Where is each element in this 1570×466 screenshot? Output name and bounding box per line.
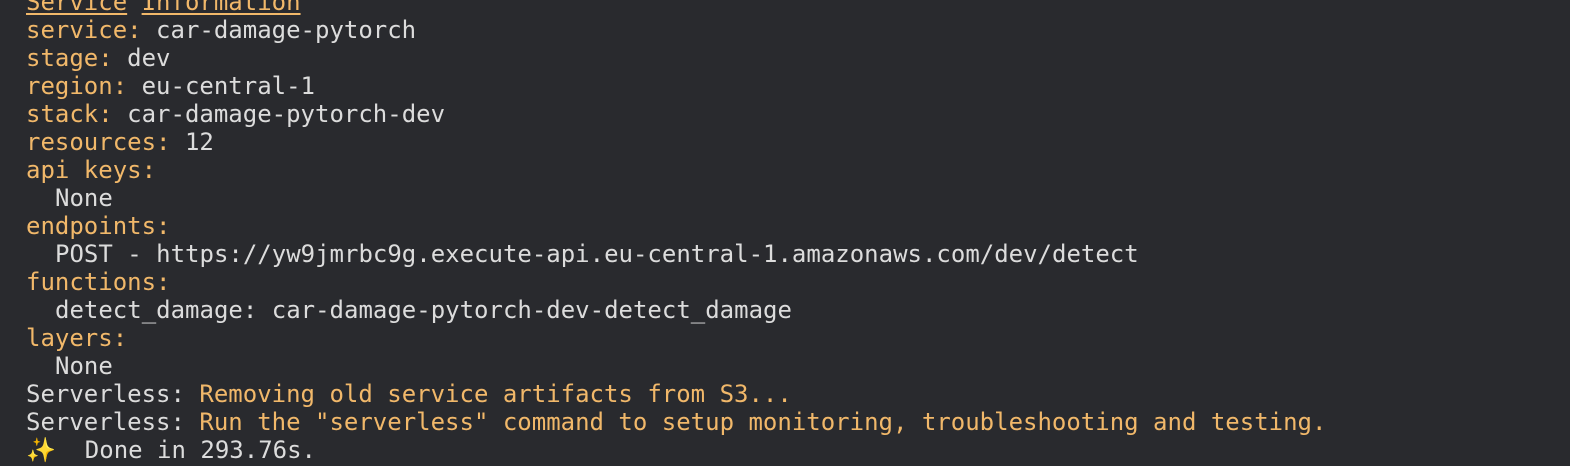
resources-line: resources: 12 bbox=[26, 128, 1570, 156]
region-key: region: bbox=[26, 72, 128, 100]
function-name: detect_damage: bbox=[55, 296, 258, 324]
function-value: car-damage-pytorch-dev-detect_damage bbox=[271, 296, 792, 324]
endpoint-method: POST bbox=[55, 240, 113, 268]
stage-key: stage: bbox=[26, 44, 113, 72]
stack-line: stack: car-damage-pytorch-dev bbox=[26, 100, 1570, 128]
region-value: eu-central-1 bbox=[141, 72, 315, 100]
stage-line: stage: dev bbox=[26, 44, 1570, 72]
service-value: car-damage-pytorch bbox=[156, 16, 417, 44]
done-line: ✨ Done in 293.76s. bbox=[26, 436, 1570, 464]
api-keys-line: api keys: bbox=[26, 156, 1570, 184]
service-key: service: bbox=[26, 16, 142, 44]
resources-key: resources: bbox=[26, 128, 171, 156]
layers-value-line: None bbox=[26, 352, 1570, 380]
service-line: service: car-damage-pytorch bbox=[26, 16, 1570, 44]
log-prefix: Serverless: bbox=[26, 380, 185, 408]
endpoint-url[interactable]: https://yw9jmrbc9g.execute-api.eu-centra… bbox=[156, 240, 1139, 268]
endpoints-key: endpoints: bbox=[26, 212, 171, 240]
stack-key: stack: bbox=[26, 100, 113, 128]
functions-line: functions: bbox=[26, 268, 1570, 296]
log-line: Serverless: Run the "serverless" command… bbox=[26, 408, 1570, 436]
sparkles-icon: ✨ bbox=[26, 436, 56, 464]
done-text: Done in 293.76s. bbox=[84, 436, 316, 464]
log-message: Removing old service artifacts from S3..… bbox=[199, 380, 792, 408]
stack-value: car-damage-pytorch-dev bbox=[127, 100, 446, 128]
section-heading: Service Information bbox=[26, 0, 1570, 16]
api-keys-key: api keys: bbox=[26, 156, 157, 184]
layers-key: layers: bbox=[26, 324, 128, 352]
endpoints-line: endpoints: bbox=[26, 212, 1570, 240]
endpoint-separator: - bbox=[127, 240, 142, 268]
api-keys-value: None bbox=[55, 184, 113, 212]
log-prefix: Serverless: bbox=[26, 408, 185, 436]
resources-value: 12 bbox=[184, 128, 214, 156]
stage-value: dev bbox=[127, 44, 171, 72]
terminal-output: Service Information service: car-damage-… bbox=[26, 0, 1570, 464]
log-line: Serverless: Removing old service artifac… bbox=[26, 380, 1570, 408]
layers-line: layers: bbox=[26, 324, 1570, 352]
function-entry: detect_damage: car-damage-pytorch-dev-de… bbox=[26, 296, 1570, 324]
region-line: region: eu-central-1 bbox=[26, 72, 1570, 100]
heading-word-service: Service bbox=[26, 0, 128, 16]
functions-key: functions: bbox=[26, 268, 171, 296]
api-keys-value-line: None bbox=[26, 184, 1570, 212]
heading-word-information: Information bbox=[141, 0, 301, 16]
endpoint-entry: POST - https://yw9jmrbc9g.execute-api.eu… bbox=[26, 240, 1570, 268]
layers-value: None bbox=[55, 352, 113, 380]
log-message: Run the "serverless" command to setup mo… bbox=[199, 408, 1327, 436]
